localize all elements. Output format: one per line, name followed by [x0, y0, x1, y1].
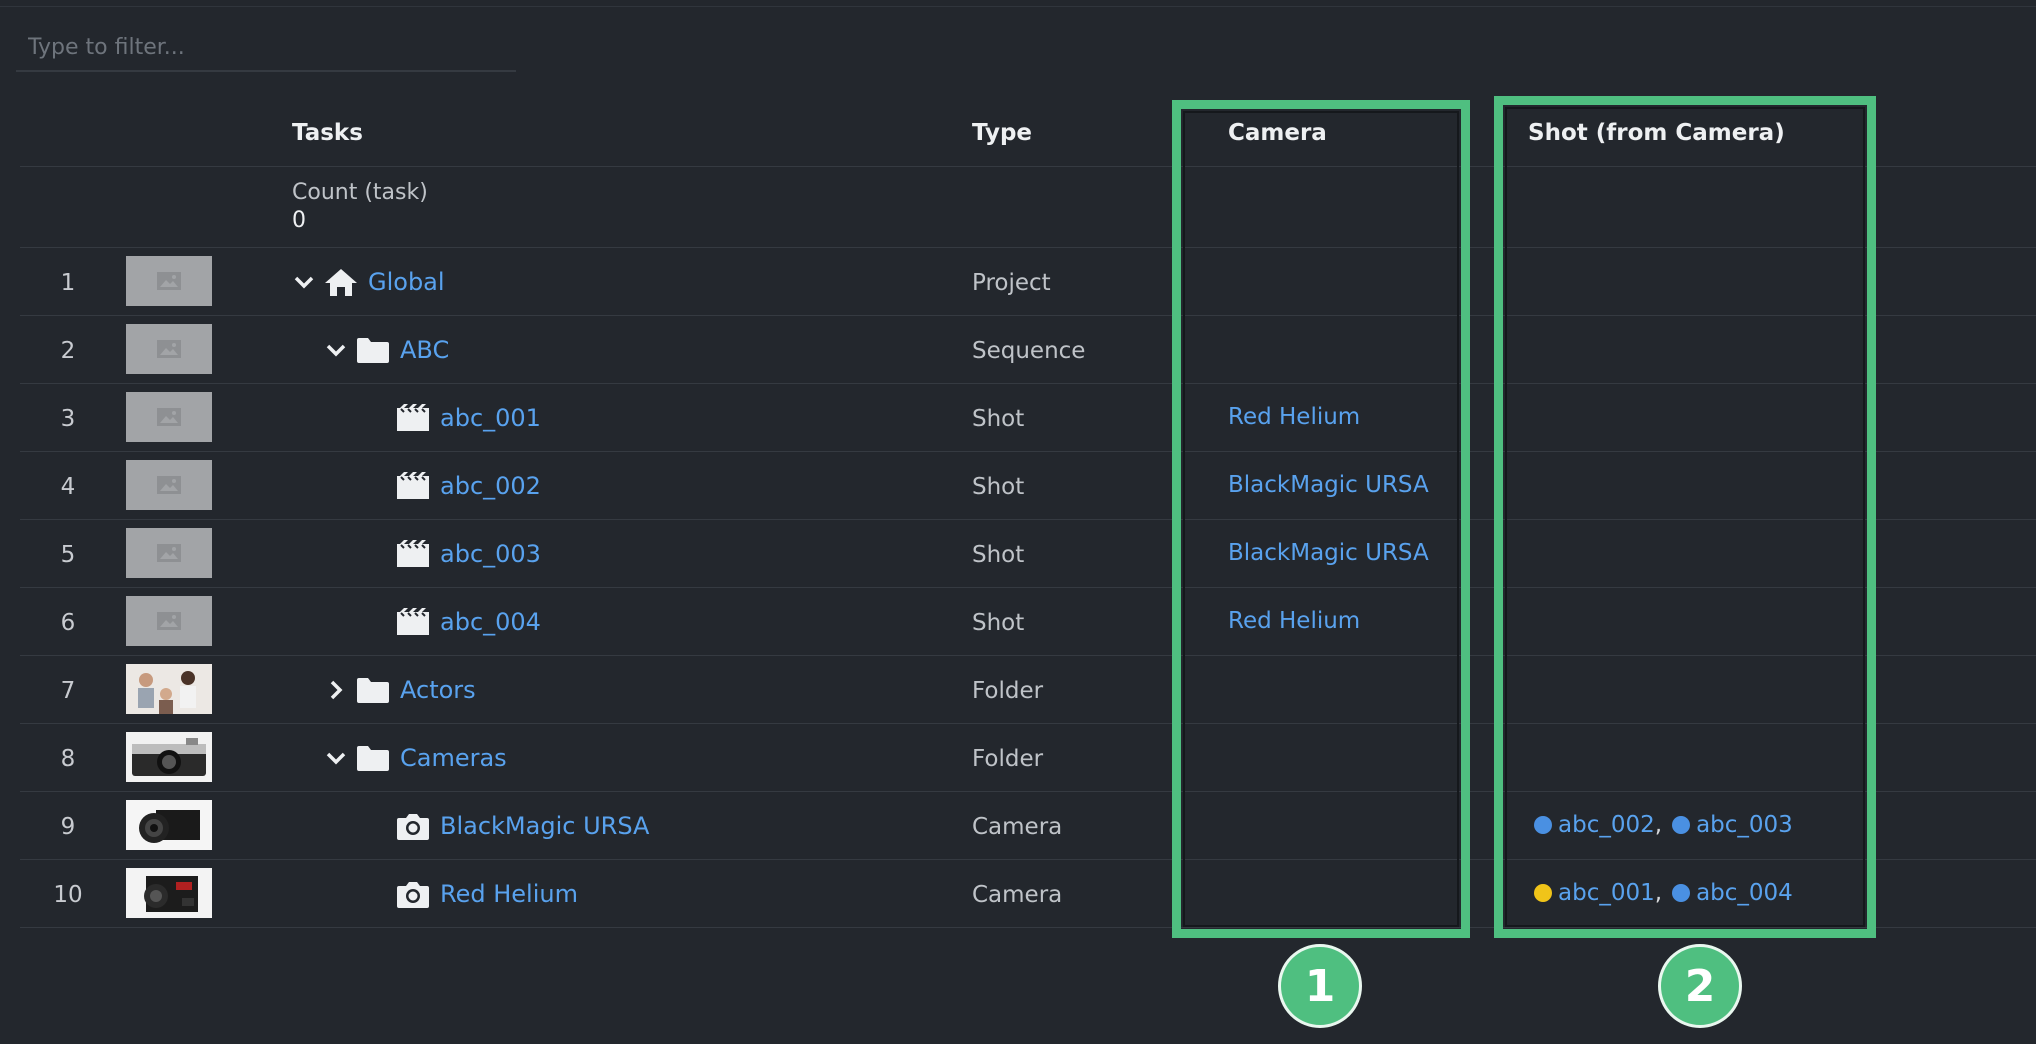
thumbnail-placeholder-icon[interactable]	[126, 460, 212, 510]
thumbnail-placeholder-icon[interactable]	[126, 528, 212, 578]
task-name-cell: abc_002	[396, 452, 541, 520]
camera-icon	[396, 811, 430, 841]
thumbnail-placeholder-icon[interactable]	[126, 392, 212, 442]
clapperboard-icon	[396, 608, 430, 636]
thumbnail-image[interactable]	[126, 800, 212, 850]
task-name-link[interactable]: abc_001	[440, 404, 541, 432]
type-cell: Shot	[972, 542, 1025, 568]
task-name-link[interactable]: abc_004	[440, 608, 541, 636]
chevron-down-icon[interactable]	[326, 751, 346, 765]
clapperboard-icon	[396, 404, 430, 432]
folder-icon	[356, 676, 390, 704]
type-cell: Folder	[972, 746, 1044, 772]
column-header-tasks[interactable]: Tasks	[292, 120, 363, 146]
row-number: 7	[60, 678, 76, 704]
task-name-link[interactable]: Global	[368, 268, 445, 296]
thumbnail-placeholder-icon[interactable]	[126, 596, 212, 646]
column-header-type[interactable]: Type	[972, 120, 1032, 146]
thumbnail-image[interactable]	[126, 664, 212, 714]
clapperboard-icon	[396, 540, 430, 568]
row-number: 5	[60, 542, 76, 568]
annotation-badge-1: 1	[1278, 944, 1362, 1028]
task-name-cell: ABC	[326, 316, 449, 384]
row-number: 2	[60, 338, 76, 364]
task-name-cell: Red Helium	[396, 860, 578, 928]
folder-icon	[356, 744, 390, 772]
annotation-badge-2: 2	[1658, 944, 1742, 1028]
row-number: 3	[60, 406, 76, 432]
task-name-cell: abc_004	[396, 588, 541, 656]
type-cell: Shot	[972, 406, 1025, 432]
row-number: 9	[60, 814, 76, 840]
chevron-right-icon[interactable]	[326, 680, 346, 700]
row-number: 4	[60, 474, 76, 500]
clapperboard-icon	[396, 472, 430, 500]
task-name-link[interactable]: Red Helium	[440, 880, 578, 908]
camera-icon	[396, 879, 430, 909]
task-name-cell: abc_001	[396, 384, 541, 452]
type-cell: Project	[972, 270, 1051, 296]
task-name-cell: Global	[294, 248, 445, 316]
task-name-cell: abc_003	[396, 520, 541, 588]
summary-count-value: 0	[292, 208, 306, 233]
row-number: 6	[60, 610, 76, 636]
type-cell: Sequence	[972, 338, 1086, 364]
task-name-link[interactable]: ABC	[400, 336, 449, 364]
task-name-link[interactable]: Actors	[400, 676, 476, 704]
task-name-link[interactable]: Cameras	[400, 744, 507, 772]
shot-column-highlight	[1494, 96, 1876, 938]
chevron-down-icon[interactable]	[326, 343, 346, 357]
thumbnail-placeholder-icon[interactable]	[126, 256, 212, 306]
type-cell: Camera	[972, 814, 1063, 840]
task-name-cell: Actors	[326, 656, 476, 724]
top-divider	[0, 6, 2036, 7]
type-cell: Folder	[972, 678, 1044, 704]
filter-input[interactable]	[16, 24, 516, 72]
camera-column-highlight	[1172, 100, 1470, 938]
home-icon	[324, 267, 358, 297]
row-number: 1	[60, 270, 76, 296]
summary-count-label: Count (task)	[292, 180, 428, 205]
row-number: 10	[53, 882, 83, 908]
type-cell: Shot	[972, 610, 1025, 636]
thumbnail-image[interactable]	[126, 732, 212, 782]
thumbnail-image[interactable]	[126, 868, 212, 918]
thumbnail-placeholder-icon[interactable]	[126, 324, 212, 374]
row-number: 8	[60, 746, 76, 772]
task-name-cell: Cameras	[326, 724, 507, 792]
task-name-link[interactable]: BlackMagic URSA	[440, 812, 649, 840]
task-name-link[interactable]: abc_003	[440, 540, 541, 568]
task-name-link[interactable]: abc_002	[440, 472, 541, 500]
type-cell: Camera	[972, 882, 1063, 908]
chevron-down-icon[interactable]	[294, 275, 314, 289]
task-name-cell: BlackMagic URSA	[396, 792, 649, 860]
folder-icon	[356, 336, 390, 364]
type-cell: Shot	[972, 474, 1025, 500]
